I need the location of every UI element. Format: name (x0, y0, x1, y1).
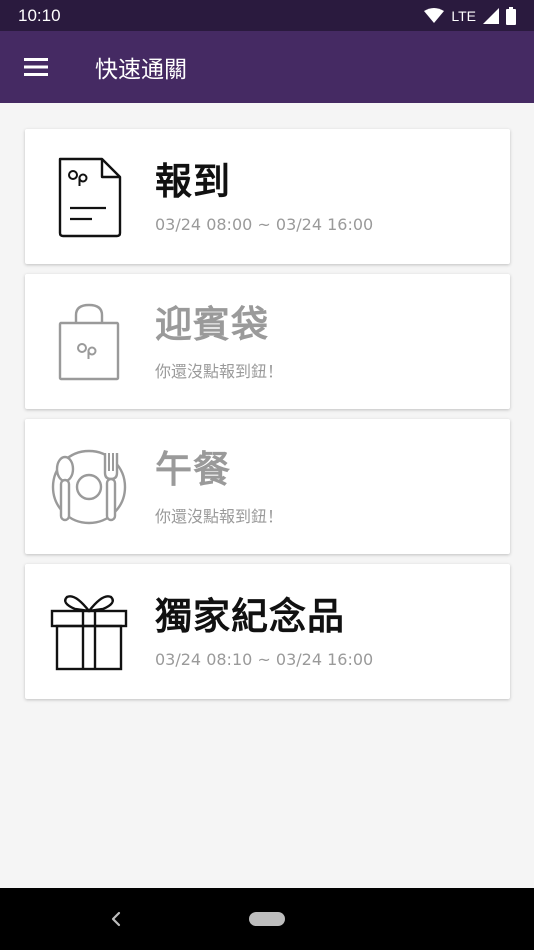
card-check-in[interactable]: 報到 03/24 08:00 ~ 03/24 16:00 (25, 129, 510, 264)
card-exclusive-souvenir[interactable]: 獨家紀念品 03/24 08:10 ~ 03/24 16:00 (25, 564, 510, 699)
card-lunch[interactable]: 午餐 你還沒點報到鈕！ (25, 419, 510, 554)
card-status: 你還沒點報到鈕！ (155, 506, 284, 526)
card-title: 獨家紀念品 (155, 595, 345, 638)
card-welcome-bag[interactable]: 迎賓袋 你還沒點報到鈕！ (25, 274, 510, 409)
battery-icon (506, 6, 516, 25)
card-title: 報到 (155, 160, 231, 203)
back-button[interactable] (104, 906, 128, 932)
gift-bag-icon (58, 303, 120, 380)
home-pill-icon[interactable] (249, 912, 285, 926)
document-icon (58, 157, 122, 237)
app-bar: 快速通關 (0, 31, 534, 103)
status-time: 10:10 (18, 5, 61, 25)
status-bar: 10:10 LTE (0, 0, 534, 31)
plate-cutlery-icon (51, 449, 127, 524)
card-title: 迎賓袋 (155, 302, 269, 346)
navigation-bar (0, 888, 534, 950)
card-time-range: 03/24 08:10 ~ 03/24 16:00 (155, 650, 374, 669)
gift-box-icon (50, 594, 128, 670)
card-time-range: 03/24 08:00 ~ 03/24 16:00 (155, 215, 374, 234)
cell-signal-icon (483, 7, 499, 24)
status-icons: LTE (424, 6, 516, 25)
wifi-icon (424, 7, 445, 23)
network-type-label: LTE (451, 7, 476, 24)
card-title: 午餐 (155, 447, 231, 491)
card-status: 你還沒點報到鈕！ (155, 361, 284, 381)
hamburger-menu-icon (24, 58, 48, 76)
quick-pass-list: 報到 03/24 08:00 ~ 03/24 16:00 迎賓袋 你還沒點報到鈕… (0, 103, 534, 888)
page-title: 快速通關 (95, 57, 187, 83)
back-chevron-icon (111, 911, 121, 927)
menu-button[interactable] (0, 31, 72, 103)
